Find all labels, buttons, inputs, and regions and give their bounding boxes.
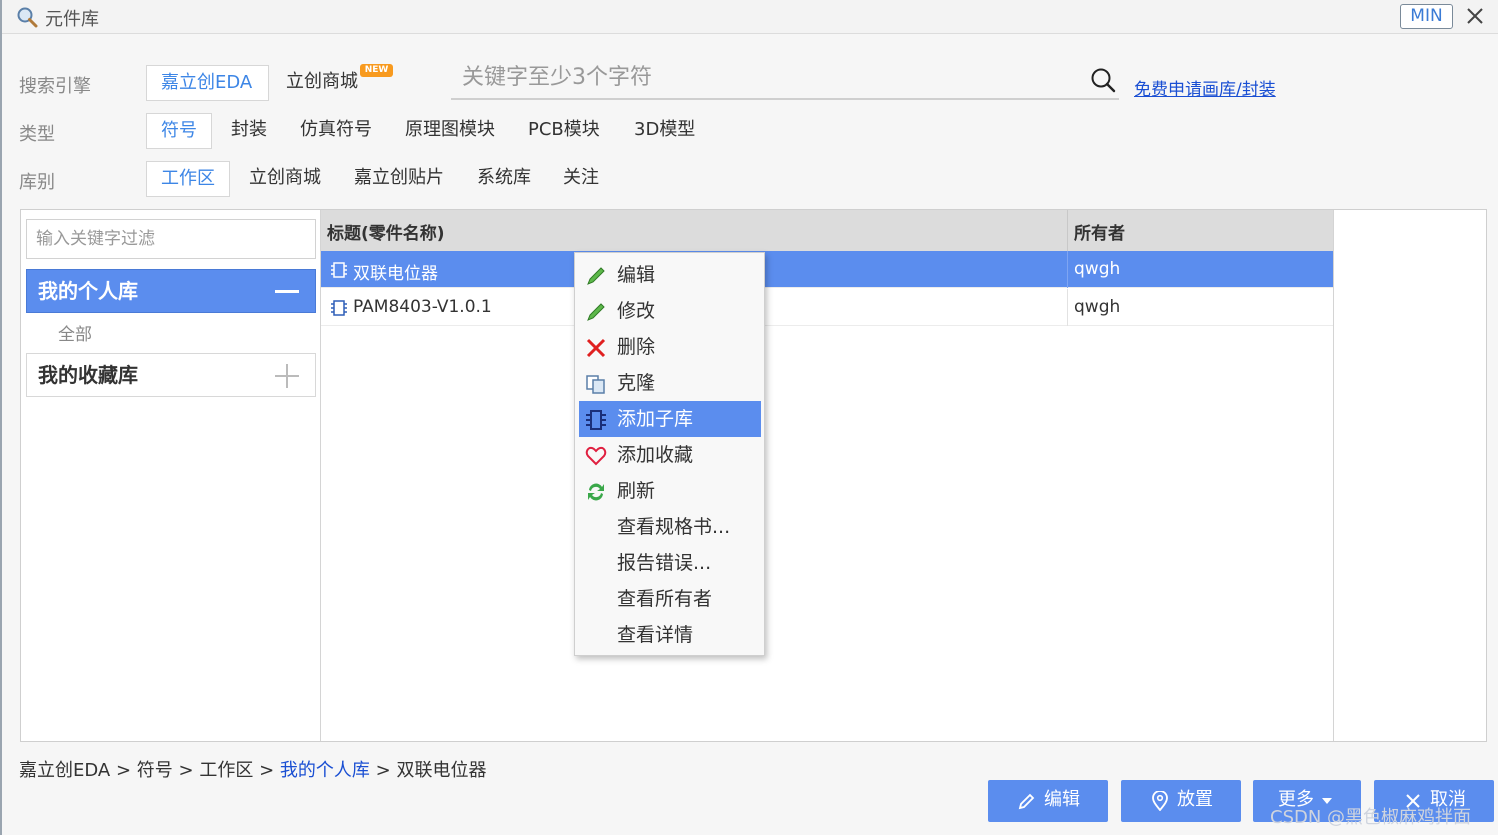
- parts-table: 标题(零件名称) 所有者 双联电位器 qwgh PAM8403-V1.0.1 q…: [321, 210, 1334, 741]
- breadcrumb-item[interactable]: 符号: [137, 760, 173, 781]
- refresh-icon: [588, 483, 604, 501]
- apply-library-link[interactable]: 免费申请画库/封装: [1134, 75, 1276, 100]
- menu-item-modify[interactable]: 修改: [579, 293, 761, 329]
- context-menu: 编辑 修改 删除 克隆 添加子库 添加收藏 刷新 查看规格书... 报告错误..…: [574, 252, 765, 656]
- chip-icon: [586, 410, 606, 430]
- breadcrumb-item[interactable]: 我的个人库: [280, 760, 370, 781]
- breadcrumb-separator: >: [178, 760, 194, 781]
- search-icon[interactable]: [1089, 66, 1117, 94]
- column-header-owner[interactable]: 所有者: [1074, 219, 1125, 244]
- menu-item-report-error[interactable]: 报告错误...: [579, 545, 761, 581]
- type-option-symbol[interactable]: 符号: [146, 113, 212, 149]
- minimize-button[interactable]: MIN: [1400, 4, 1453, 29]
- menu-item-refresh[interactable]: 刷新: [579, 473, 761, 509]
- library-label: 库别: [19, 172, 55, 193]
- collapse-icon[interactable]: [275, 290, 299, 293]
- table-header: 标题(零件名称) 所有者: [321, 210, 1333, 251]
- window-title: 元件库: [45, 9, 99, 30]
- library-option-system[interactable]: 系统库: [463, 161, 545, 197]
- sidebar-item-all[interactable]: 全部: [58, 320, 92, 345]
- search-icon: [17, 7, 38, 28]
- personal-library-label: 我的个人库: [38, 279, 138, 303]
- row-owner: qwgh: [1074, 297, 1121, 317]
- location-pin-icon: [1152, 791, 1168, 811]
- breadcrumb-separator: >: [115, 760, 132, 781]
- expand-icon-vertical: [286, 364, 288, 388]
- sidebar-item-favorites-library[interactable]: 我的收藏库: [26, 353, 316, 397]
- library-sidebar: 输入关键字过滤 我的个人库 全部 我的收藏库: [21, 210, 321, 741]
- filter-input[interactable]: 输入关键字过滤: [26, 219, 316, 259]
- breadcrumb-item[interactable]: 嘉立创EDA: [19, 760, 110, 781]
- copy-icon: [586, 375, 605, 394]
- chip-icon: [331, 300, 347, 316]
- menu-item-add-sublibrary[interactable]: 添加子库: [579, 401, 761, 437]
- library-option-workspace[interactable]: 工作区: [146, 161, 230, 197]
- breadcrumb-separator: >: [375, 760, 391, 781]
- menu-item-add-favorite[interactable]: 添加收藏: [579, 437, 761, 473]
- type-option-pcb-module[interactable]: PCB模块: [514, 113, 614, 149]
- row-divider: [1067, 251, 1068, 288]
- search-input[interactable]: 关键字至少3个字符: [451, 58, 1119, 100]
- pencil-icon: [1018, 793, 1035, 810]
- new-badge: NEW: [360, 64, 393, 77]
- row-title: 双联电位器: [353, 264, 438, 284]
- component-library-window: 元件库 MIN 搜索引擎 嘉立创EDA 立创商城 NEW 关键字至少3个字符 免…: [0, 0, 1498, 835]
- pencil-icon: [587, 267, 605, 285]
- library-option-follow[interactable]: 关注: [549, 161, 613, 197]
- row-divider: [1067, 289, 1068, 326]
- type-option-schematic-module[interactable]: 原理图模块: [391, 113, 509, 149]
- breadcrumb-separator: >: [259, 760, 275, 781]
- menu-item-view-datasheet[interactable]: 查看规格书...: [579, 509, 761, 545]
- type-label: 类型: [19, 124, 55, 145]
- table-row[interactable]: PAM8403-V1.0.1 qwgh: [321, 289, 1333, 326]
- library-option-jlc-smt[interactable]: 嘉立创贴片: [340, 161, 458, 197]
- breadcrumb: 嘉立创EDA > 符号 > 工作区 > 我的个人库 > 双联电位器: [19, 756, 486, 782]
- favorites-library-label: 我的收藏库: [38, 363, 138, 387]
- menu-item-edit[interactable]: 编辑: [579, 257, 761, 293]
- title-bar: 元件库 MIN: [2, 0, 1498, 34]
- red-x-icon: [586, 338, 606, 358]
- close-icon[interactable]: [1463, 4, 1487, 28]
- place-button[interactable]: 放置: [1121, 780, 1241, 822]
- breadcrumb-item[interactable]: 工作区: [199, 760, 253, 781]
- type-option-sim-symbol[interactable]: 仿真符号: [286, 113, 386, 149]
- row-owner: qwgh: [1074, 259, 1121, 279]
- menu-item-delete[interactable]: 删除: [579, 329, 761, 365]
- menu-item-view-details[interactable]: 查看详情: [579, 617, 761, 653]
- menu-item-clone[interactable]: 克隆: [579, 365, 761, 401]
- pencil-icon: [587, 303, 605, 321]
- table-row[interactable]: 双联电位器 qwgh: [321, 251, 1333, 288]
- library-option-lcsc[interactable]: 立创商城: [235, 161, 335, 197]
- column-header-title[interactable]: 标题(零件名称): [327, 219, 445, 244]
- type-option-footprint[interactable]: 封装: [217, 113, 281, 149]
- type-option-3d-model[interactable]: 3D模型: [620, 113, 709, 149]
- edit-button[interactable]: 编辑: [988, 780, 1108, 822]
- breadcrumb-item-current: 双联电位器: [396, 760, 487, 781]
- heart-icon: [585, 446, 607, 466]
- engine-label: 搜索引擎: [19, 76, 91, 97]
- column-divider: [1067, 210, 1068, 251]
- chip-icon: [331, 262, 347, 278]
- row-title: PAM8403-V1.0.1: [353, 297, 492, 317]
- watermark: CSDN @黑色椒麻鸡拌面: [1270, 807, 1472, 828]
- menu-item-view-owner[interactable]: 查看所有者: [579, 581, 761, 617]
- sidebar-item-personal-library[interactable]: 我的个人库: [26, 269, 316, 313]
- engine-option-lcsc[interactable]: 立创商城: [272, 65, 372, 101]
- engine-option-jlceda[interactable]: 嘉立创EDA: [146, 65, 269, 101]
